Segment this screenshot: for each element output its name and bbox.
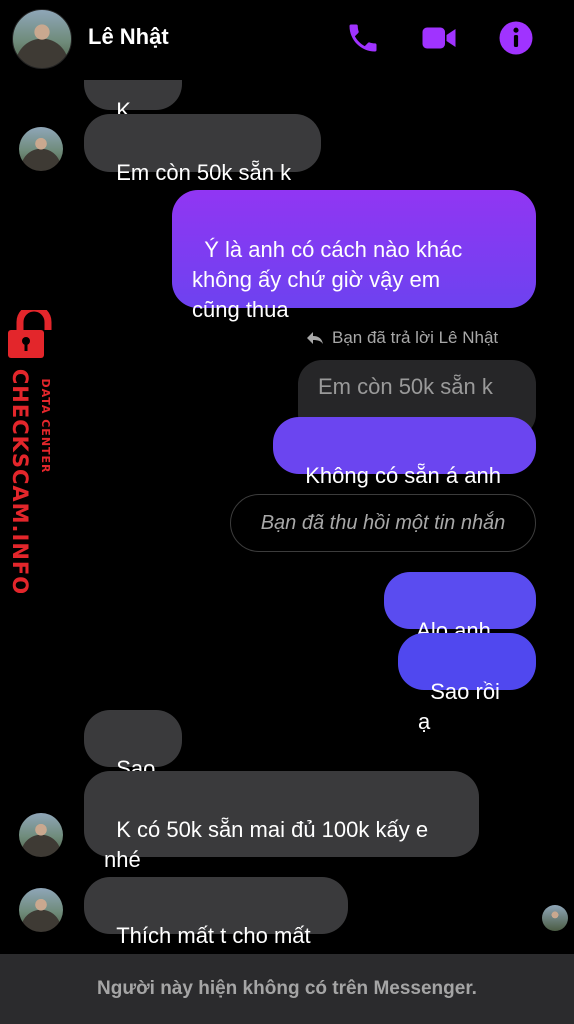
padlock-icon bbox=[8, 310, 52, 358]
unavailable-notice-bar: Người này hiện không có trên Messenger. bbox=[0, 954, 574, 1024]
info-icon[interactable] bbox=[498, 20, 534, 56]
message-text: Sao rồi ạ bbox=[418, 679, 507, 734]
message-text: Em còn 50k sẵn k bbox=[116, 160, 292, 185]
video-icon[interactable] bbox=[421, 20, 457, 56]
seen-receipt-avatar bbox=[542, 905, 568, 931]
reply-arrow-icon bbox=[307, 332, 323, 344]
recalled-text: Bạn đã thu hồi một tin nhắn bbox=[260, 511, 506, 534]
message-bubble-outgoing[interactable]: Ý là anh có cách nào khác không ấy chứ g… bbox=[172, 190, 536, 322]
message-text: Thích mất t cho mất bbox=[116, 923, 311, 948]
quoted-text: Em còn 50k sẵn k bbox=[318, 374, 493, 399]
message-bubble-outgoing[interactable]: Alo anh ơi bbox=[384, 572, 536, 673]
phone-icon[interactable] bbox=[345, 20, 381, 56]
watermark: CHECKSCAM.INFO DATA CENTER bbox=[4, 310, 64, 600]
sender-avatar[interactable] bbox=[19, 888, 63, 932]
sender-avatar[interactable] bbox=[19, 813, 63, 857]
message-text: Ý là anh có cách nào khác không ấy chứ g… bbox=[192, 237, 463, 322]
header-overlay: Lê Nhật bbox=[0, 0, 574, 80]
watermark-site: CHECKSCAM.INFO bbox=[8, 368, 32, 596]
message-bubble-incoming[interactable]: Em còn 50k sẵn k bbox=[84, 114, 321, 185]
sender-avatar[interactable] bbox=[19, 127, 63, 171]
message-bubble-outgoing[interactable]: Không có sẵn á anh bbox=[273, 417, 536, 488]
watermark-site-wrap: CHECKSCAM.INFO bbox=[8, 366, 32, 598]
message-bubble-incoming[interactable]: K có 50k sẵn mai đủ 100k kấy e nhé bbox=[84, 771, 479, 872]
message-text: Không có sẵn á anh bbox=[305, 463, 501, 488]
reply-note: Bạn đã trả lời Lê Nhật bbox=[306, 328, 498, 348]
message-bubble-incoming[interactable]: Thích mất t cho mất bbox=[84, 877, 348, 948]
message-bubble-outgoing[interactable]: Sao rồi ạ bbox=[398, 633, 536, 734]
watermark-tag: DATA CENTER bbox=[39, 378, 52, 474]
unavailable-notice-text: Người này hiện không có trên Messenger. bbox=[97, 978, 477, 999]
contact-name-overlay[interactable]: Lê Nhật bbox=[88, 24, 169, 50]
watermark-tag-wrap: DATA CENTER bbox=[36, 366, 52, 486]
contact-avatar-overlay[interactable] bbox=[12, 9, 72, 69]
message-text: K có 50k sẵn mai đủ 100k kấy e nhé bbox=[104, 817, 429, 872]
message-bubble-incoming[interactable]: Sao ý bbox=[84, 710, 182, 811]
reply-note-text: Bạn đã trả lời Lê Nhật bbox=[332, 328, 499, 347]
recalled-message: Bạn đã thu hồi một tin nhắn bbox=[230, 494, 536, 552]
